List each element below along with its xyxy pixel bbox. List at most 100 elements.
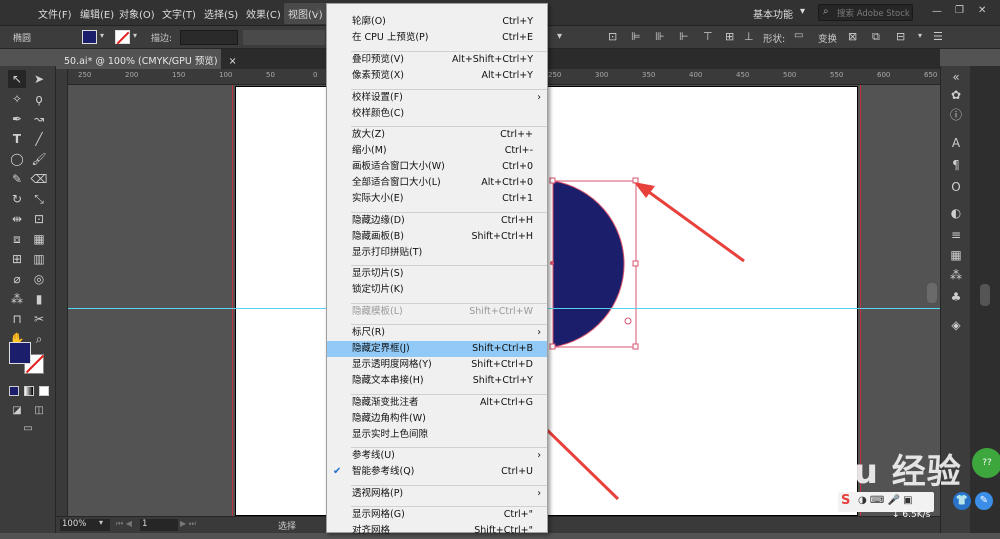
menu-item[interactable]: 智能参考线(Q) Ctrl+U ✔ xyxy=(327,464,547,480)
menu-item[interactable]: 对齐网格 Shift+Ctrl+" xyxy=(327,523,547,539)
align-center-icon[interactable]: ⊪ xyxy=(655,30,665,43)
variable-width-field[interactable] xyxy=(243,30,325,45)
pen-tool-icon[interactable]: ✒ xyxy=(8,110,26,128)
stroke-panel-icon[interactable]: ≡ xyxy=(947,226,965,244)
menu-item[interactable]: 隐藏画板(B) Shift+Ctrl+H xyxy=(327,229,547,245)
assistant-bubble-icon[interactable]: ?? xyxy=(972,448,1000,478)
column-graph-tool-icon[interactable]: ▮ xyxy=(30,290,48,308)
blend-tool-icon[interactable]: ◎ xyxy=(30,270,48,288)
line-tool-icon[interactable]: ╱ xyxy=(30,130,48,148)
menu-item[interactable]: 画板适合窗口大小(W) Ctrl+0 xyxy=(327,159,547,175)
rotate-handle[interactable] xyxy=(624,317,632,325)
anchor-point[interactable] xyxy=(550,261,554,265)
transparency-panel-icon[interactable]: ◐ xyxy=(947,204,965,222)
vertical-scrollbar-thumb[interactable] xyxy=(927,283,937,303)
half-circle-shape[interactable] xyxy=(552,180,625,348)
menu-item[interactable]: 在 CPU 上预览(P) Ctrl+E xyxy=(327,30,547,46)
slice-tool-icon[interactable]: ✂ xyxy=(30,310,48,328)
menu-item[interactable]: 隐藏渐变批注者 Alt+Ctrl+G xyxy=(327,395,547,411)
menu-item[interactable]: 显示透明度网格(Y) Shift+Ctrl+D xyxy=(327,357,547,373)
stroke-weight-field[interactable] xyxy=(180,30,238,45)
direct-selection-tool-icon[interactable]: ➤ xyxy=(30,70,48,88)
menu-item[interactable]: 全部适合窗口大小(L) Alt+Ctrl+0 xyxy=(327,175,547,191)
menu-item[interactable]: 显示网格(G) Ctrl+" xyxy=(327,507,547,523)
brushes-panel-icon[interactable]: ⁂ xyxy=(947,266,965,284)
selection-tool-icon[interactable]: ↖ xyxy=(8,70,26,88)
swatches-panel-icon[interactable]: ▦ xyxy=(947,246,965,264)
eraser-tool-icon[interactable]: ⌫ xyxy=(30,170,48,188)
chevron-down-icon[interactable]: ▾ xyxy=(918,31,922,40)
paragraph-panel-icon[interactable]: ¶ xyxy=(947,156,965,174)
transform-link[interactable]: 变换 xyxy=(818,31,837,45)
symbol-sprayer-tool-icon[interactable]: ⁂ xyxy=(8,290,26,308)
bbox-handle[interactable] xyxy=(549,343,556,350)
screen-mode-icon[interactable]: ▭ xyxy=(19,420,37,438)
type-tool-icon[interactable]: T xyxy=(8,130,26,148)
menu-item[interactable]: 参考线(U) › xyxy=(327,448,547,464)
align-top-icon[interactable]: ⊤ xyxy=(703,30,713,43)
draw-behind-icon[interactable]: ◫ xyxy=(30,402,48,420)
curvature-tool-icon[interactable]: ↝ xyxy=(30,110,48,128)
menu-item[interactable]: 校样设置(F) › xyxy=(327,90,547,106)
perspective-grid-tool-icon[interactable]: ▦ xyxy=(30,230,48,248)
rotate-tool-icon[interactable]: ↻ xyxy=(8,190,26,208)
minimize-icon[interactable]: — xyxy=(932,6,942,17)
wrench-tray-icon[interactable]: ✎ xyxy=(975,492,993,510)
width-tool-icon[interactable]: ⇹ xyxy=(8,210,26,228)
close-tab-icon[interactable]: × xyxy=(229,56,237,67)
menu-item[interactable]: 显示实时上色间隙 xyxy=(327,427,547,443)
align-middle-icon[interactable]: ⊞ xyxy=(725,30,734,43)
shape-options-icon[interactable]: ▭ xyxy=(794,30,803,41)
menu-effect[interactable]: 效果(C) xyxy=(246,6,281,21)
pathfinder-icon[interactable]: ⧉ xyxy=(872,30,880,44)
chevron-down-icon[interactable]: ▾ xyxy=(133,31,137,40)
ellipse-tool-icon[interactable]: ◯ xyxy=(8,150,26,168)
menu-item[interactable]: 实际大小(E) Ctrl+1 xyxy=(327,191,547,207)
shape-builder-tool-icon[interactable]: ⧈ xyxy=(8,230,26,248)
dock-scrollbar[interactable] xyxy=(980,284,990,306)
menu-type[interactable]: 文字(T) xyxy=(162,6,196,21)
maximize-icon[interactable]: ❐ xyxy=(955,5,964,16)
menu-item[interactable]: 像素预览(X) Alt+Ctrl+Y xyxy=(327,68,547,84)
draw-mode-icon[interactable]: ◪ xyxy=(8,402,26,420)
fill-color-box[interactable] xyxy=(9,342,31,364)
isolate-icon[interactable]: ⊠ xyxy=(848,30,857,43)
menu-item[interactable]: 隐藏边角构件(W) xyxy=(327,411,547,427)
color-mode-button[interactable] xyxy=(9,386,19,396)
magic-wand-tool-icon[interactable]: ✧ xyxy=(8,90,26,108)
menu-item[interactable]: 隐藏定界框(J) Shift+Ctrl+B xyxy=(327,341,547,357)
chevron-down-icon[interactable]: ▾ xyxy=(100,31,104,40)
artboard-number-field[interactable]: 1 xyxy=(140,519,178,531)
character-panel-icon[interactable]: A xyxy=(947,134,965,152)
menu-item[interactable]: 显示切片(S) xyxy=(327,266,547,282)
bbox-handle[interactable] xyxy=(549,177,556,184)
workspace-switcher[interactable]: 基本功能 xyxy=(753,6,793,21)
menu-item[interactable]: 隐藏边缘(D) Ctrl+H xyxy=(327,213,547,229)
menu-item[interactable]: 校样颜色(C) xyxy=(327,106,547,122)
close-window-icon[interactable]: ✕ xyxy=(978,5,986,16)
align-left-icon[interactable]: ⊫ xyxy=(631,30,641,43)
crop-icon[interactable]: ⊟ xyxy=(896,30,905,43)
stroke-swatch[interactable] xyxy=(115,30,130,45)
menu-edit[interactable]: 编辑(E) xyxy=(80,6,114,21)
next-artboard-icon[interactable]: ▶ ⏭ xyxy=(180,519,196,529)
shape-label[interactable]: 形状: xyxy=(763,31,785,45)
menu-item[interactable]: 放大(Z) Ctrl++ xyxy=(327,127,547,143)
bbox-handle[interactable] xyxy=(632,260,639,267)
scroll-up-icon[interactable]: ▲ xyxy=(315,6,320,14)
lasso-tool-icon[interactable]: ϙ xyxy=(30,90,48,108)
artboard-tool-icon[interactable]: ⊓ xyxy=(8,310,26,328)
bbox-handle[interactable] xyxy=(632,343,639,350)
first-artboard-icon[interactable]: ⏮ ◀ xyxy=(116,519,132,529)
panel-menu-icon[interactable]: ☰ xyxy=(933,30,943,43)
vertical-ruler[interactable] xyxy=(56,69,68,516)
zoom-tool-icon[interactable]: ⌕ xyxy=(30,330,48,348)
mesh-tool-icon[interactable]: ⊞ xyxy=(8,250,26,268)
input-method-icon[interactable]: S xyxy=(841,493,850,508)
menu-file[interactable]: 文件(F) xyxy=(38,6,72,21)
shaper-tool-icon[interactable]: ✎ xyxy=(8,170,26,188)
none-mode-button[interactable] xyxy=(39,386,49,396)
menu-item[interactable]: 透视网格(P) › xyxy=(327,486,547,502)
chevron-down-icon[interactable]: ▾ xyxy=(557,31,562,42)
menu-item[interactable]: 标尺(R) › xyxy=(327,325,547,341)
